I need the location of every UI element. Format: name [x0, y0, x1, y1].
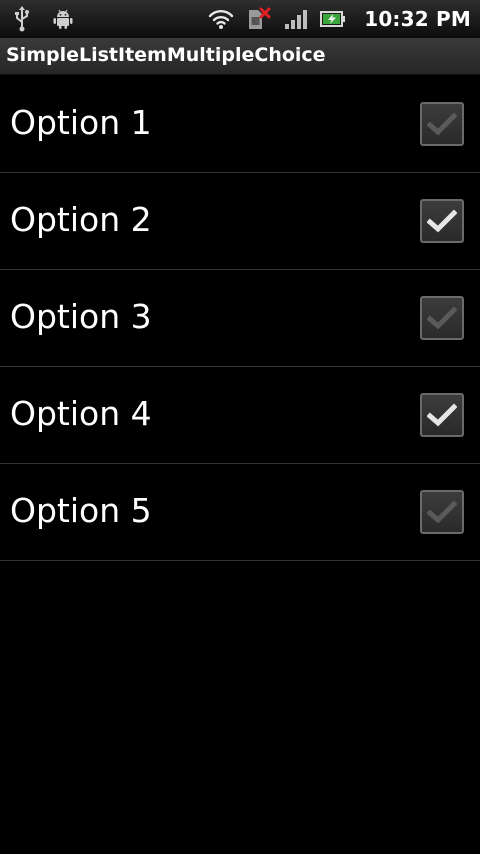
no-sim-icon — [249, 7, 271, 29]
usb-icon — [15, 6, 29, 32]
status-clock: 10:32 PM — [364, 7, 471, 31]
android-debug-icon — [53, 9, 73, 29]
list-item-label: Option 1 — [10, 103, 152, 142]
checkmark-icon — [427, 112, 457, 136]
status-bar-right: 10:32 PM — [208, 4, 471, 34]
checkbox-option-2[interactable] — [420, 199, 464, 243]
title-bar: SimpleListItemMultipleChoice — [0, 38, 480, 75]
list-item-option-3[interactable]: Option 3 — [0, 270, 480, 367]
checkbox-option-3[interactable] — [420, 296, 464, 340]
list-item-label: Option 4 — [10, 394, 152, 433]
signal-icon — [285, 10, 308, 29]
list-item-option-5[interactable]: Option 5 — [0, 464, 480, 561]
checkmark-icon — [427, 306, 457, 330]
list-item-label: Option 2 — [10, 200, 152, 239]
list-item-option-2[interactable]: Option 2 — [0, 173, 480, 270]
list-item-option-4[interactable]: Option 4 — [0, 367, 480, 464]
checkbox-option-4[interactable] — [420, 393, 464, 437]
app-title: SimpleListItemMultipleChoice — [6, 44, 326, 66]
list-item-label: Option 3 — [10, 297, 152, 336]
checkbox-option-1[interactable] — [420, 102, 464, 146]
multiple-choice-list: Option 1 Option 2 Option 3 Option 4 Opti… — [0, 76, 480, 561]
list-item-label: Option 5 — [10, 491, 152, 530]
checkbox-option-5[interactable] — [420, 490, 464, 534]
list-item-option-1[interactable]: Option 1 — [0, 76, 480, 173]
checkmark-icon — [427, 403, 457, 427]
battery-charging-icon — [320, 11, 346, 27]
status-bar-left — [14, 5, 74, 33]
checkmark-icon — [427, 209, 457, 233]
wifi-icon — [209, 10, 234, 29]
checkmark-icon — [427, 500, 457, 524]
status-bar: 10:32 PM — [0, 0, 480, 38]
